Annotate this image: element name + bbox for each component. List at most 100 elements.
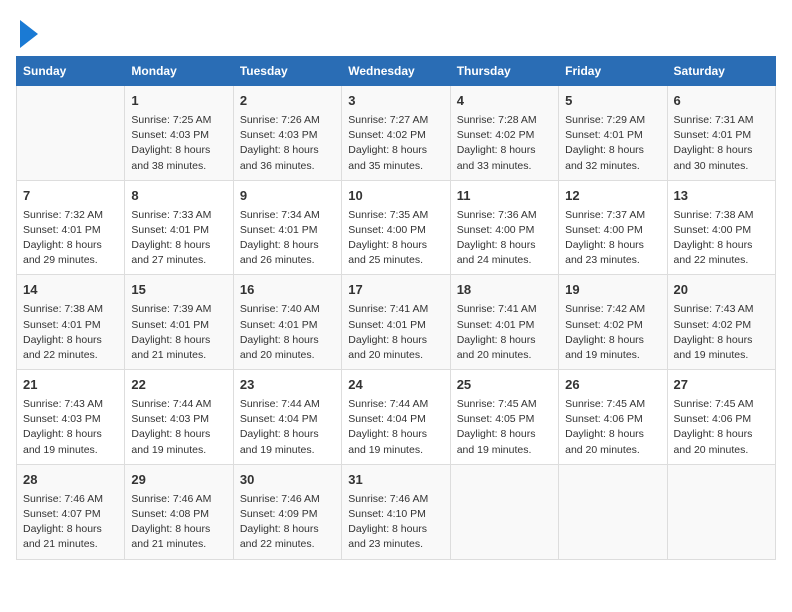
day-number: 17 <box>348 281 443 300</box>
day-number: 12 <box>565 187 660 206</box>
calendar-cell: 14 Sunrise: 7:38 AMSunset: 4:01 PMDayligh… <box>17 275 125 370</box>
day-number: 3 <box>348 92 443 111</box>
calendar-cell: 25 Sunrise: 7:45 AMSunset: 4:05 PMDayligh… <box>450 370 558 465</box>
calendar-cell: 3Sunrise: 7:27 AMSunset: 4:02 PMDaylight… <box>342 86 450 181</box>
calendar-cell: 13 Sunrise: 7:38 AMSunset: 4:00 PMDayligh… <box>667 180 775 275</box>
day-info: Sunrise: 7:45 AMSunset: 4:05 PMDaylight:… <box>457 397 552 458</box>
calendar-cell <box>667 464 775 559</box>
day-number: 27 <box>674 376 769 395</box>
day-info: Sunrise: 7:25 AMSunset: 4:03 PMDaylight:… <box>131 113 226 174</box>
day-info: Sunrise: 7:28 AMSunset: 4:02 PMDaylight:… <box>457 113 552 174</box>
calendar-cell: 21Sunrise: 7:43 AMSunset: 4:03 PMDayligh… <box>17 370 125 465</box>
day-number: 31 <box>348 471 443 490</box>
day-info: Sunrise: 7:41 AMSunset: 4:01 PMDaylight:… <box>457 302 552 363</box>
day-info: Sunrise: 7:46 AMSunset: 4:07 PMDaylight:… <box>23 492 118 553</box>
day-number: 8 <box>131 187 226 206</box>
calendar-cell: 20 Sunrise: 7:43 AMSunset: 4:02 PMDayligh… <box>667 275 775 370</box>
calendar-header-row: SundayMondayTuesdayWednesdayThursdayFrid… <box>17 57 776 86</box>
day-number: 1 <box>131 92 226 111</box>
day-info: Sunrise: 7:32 AMSunset: 4:01 PMDaylight:… <box>23 208 118 269</box>
day-info: Sunrise: 7:31 AMSunset: 4:01 PMDaylight:… <box>674 113 769 174</box>
column-header-thursday: Thursday <box>450 57 558 86</box>
column-header-tuesday: Tuesday <box>233 57 341 86</box>
day-number: 29 <box>131 471 226 490</box>
calendar-cell <box>559 464 667 559</box>
calendar-cell: 29 Sunrise: 7:46 AMSunset: 4:08 PMDayligh… <box>125 464 233 559</box>
day-number: 25 <box>457 376 552 395</box>
calendar-cell: 22Sunrise: 7:44 AMSunset: 4:03 PMDayligh… <box>125 370 233 465</box>
logo-arrow-icon <box>20 20 38 48</box>
day-info: Sunrise: 7:37 AMSunset: 4:00 PMDaylight:… <box>565 208 660 269</box>
day-info: Sunrise: 7:44 AMSunset: 4:04 PMDaylight:… <box>240 397 335 458</box>
day-info: Sunrise: 7:45 AMSunset: 4:06 PMDaylight:… <box>674 397 769 458</box>
calendar-cell: 27 Sunrise: 7:45 AMSunset: 4:06 PMDayligh… <box>667 370 775 465</box>
logo <box>16 16 38 48</box>
day-number: 11 <box>457 187 552 206</box>
day-info: Sunrise: 7:39 AMSunset: 4:01 PMDaylight:… <box>131 302 226 363</box>
day-number: 20 <box>674 281 769 300</box>
day-number: 6 <box>674 92 769 111</box>
day-info: Sunrise: 7:45 AMSunset: 4:06 PMDaylight:… <box>565 397 660 458</box>
calendar-cell: 8 Sunrise: 7:33 AMSunset: 4:01 PMDaylight… <box>125 180 233 275</box>
day-number: 18 <box>457 281 552 300</box>
day-number: 4 <box>457 92 552 111</box>
day-number: 23 <box>240 376 335 395</box>
day-info: Sunrise: 7:36 AMSunset: 4:00 PMDaylight:… <box>457 208 552 269</box>
day-info: Sunrise: 7:26 AMSunset: 4:03 PMDaylight:… <box>240 113 335 174</box>
calendar-cell: 30Sunrise: 7:46 AMSunset: 4:09 PMDayligh… <box>233 464 341 559</box>
day-number: 22 <box>131 376 226 395</box>
day-info: Sunrise: 7:41 AMSunset: 4:01 PMDaylight:… <box>348 302 443 363</box>
calendar-cell: 7 Sunrise: 7:32 AMSunset: 4:01 PMDaylight… <box>17 180 125 275</box>
day-info: Sunrise: 7:38 AMSunset: 4:01 PMDaylight:… <box>23 302 118 363</box>
calendar-cell: 24 Sunrise: 7:44 AMSunset: 4:04 PMDayligh… <box>342 370 450 465</box>
calendar-cell: 10Sunrise: 7:35 AMSunset: 4:00 PMDayligh… <box>342 180 450 275</box>
calendar-cell: 19 Sunrise: 7:42 AMSunset: 4:02 PMDayligh… <box>559 275 667 370</box>
day-number: 21 <box>23 376 118 395</box>
calendar-cell: 28 Sunrise: 7:46 AMSunset: 4:07 PMDayligh… <box>17 464 125 559</box>
calendar-week-row: 1 Sunrise: 7:25 AMSunset: 4:03 PMDaylight… <box>17 86 776 181</box>
day-number: 14 <box>23 281 118 300</box>
calendar-cell: 26 Sunrise: 7:45 AMSunset: 4:06 PMDayligh… <box>559 370 667 465</box>
calendar-cell <box>17 86 125 181</box>
calendar-cell: 5Sunrise: 7:29 AMSunset: 4:01 PMDaylight… <box>559 86 667 181</box>
page-header <box>16 16 776 48</box>
calendar-cell: 2Sunrise: 7:26 AMSunset: 4:03 PMDaylight… <box>233 86 341 181</box>
day-number: 24 <box>348 376 443 395</box>
day-number: 16 <box>240 281 335 300</box>
calendar-cell: 11 Sunrise: 7:36 AMSunset: 4:00 PMDayligh… <box>450 180 558 275</box>
calendar-cell: 18 Sunrise: 7:41 AMSunset: 4:01 PMDayligh… <box>450 275 558 370</box>
column-header-saturday: Saturday <box>667 57 775 86</box>
day-info: Sunrise: 7:29 AMSunset: 4:01 PMDaylight:… <box>565 113 660 174</box>
day-info: Sunrise: 7:38 AMSunset: 4:00 PMDaylight:… <box>674 208 769 269</box>
column-header-wednesday: Wednesday <box>342 57 450 86</box>
day-number: 19 <box>565 281 660 300</box>
day-info: Sunrise: 7:42 AMSunset: 4:02 PMDaylight:… <box>565 302 660 363</box>
calendar-cell: 9 Sunrise: 7:34 AMSunset: 4:01 PMDaylight… <box>233 180 341 275</box>
day-info: Sunrise: 7:43 AMSunset: 4:02 PMDaylight:… <box>674 302 769 363</box>
calendar-table: SundayMondayTuesdayWednesdayThursdayFrid… <box>16 56 776 560</box>
day-info: Sunrise: 7:35 AMSunset: 4:00 PMDaylight:… <box>348 208 443 269</box>
day-info: Sunrise: 7:46 AMSunset: 4:08 PMDaylight:… <box>131 492 226 553</box>
calendar-cell: 31 Sunrise: 7:46 AMSunset: 4:10 PMDayligh… <box>342 464 450 559</box>
calendar-cell: 1 Sunrise: 7:25 AMSunset: 4:03 PMDaylight… <box>125 86 233 181</box>
day-number: 7 <box>23 187 118 206</box>
calendar-cell <box>450 464 558 559</box>
day-info: Sunrise: 7:46 AMSunset: 4:09 PMDaylight:… <box>240 492 335 553</box>
calendar-cell: 4 Sunrise: 7:28 AMSunset: 4:02 PMDaylight… <box>450 86 558 181</box>
day-number: 26 <box>565 376 660 395</box>
calendar-cell: 17 Sunrise: 7:41 AMSunset: 4:01 PMDayligh… <box>342 275 450 370</box>
day-info: Sunrise: 7:34 AMSunset: 4:01 PMDaylight:… <box>240 208 335 269</box>
day-number: 28 <box>23 471 118 490</box>
day-info: Sunrise: 7:46 AMSunset: 4:10 PMDaylight:… <box>348 492 443 553</box>
day-info: Sunrise: 7:44 AMSunset: 4:04 PMDaylight:… <box>348 397 443 458</box>
calendar-cell: 6 Sunrise: 7:31 AMSunset: 4:01 PMDaylight… <box>667 86 775 181</box>
calendar-week-row: 21Sunrise: 7:43 AMSunset: 4:03 PMDayligh… <box>17 370 776 465</box>
column-header-monday: Monday <box>125 57 233 86</box>
calendar-cell: 16Sunrise: 7:40 AMSunset: 4:01 PMDayligh… <box>233 275 341 370</box>
day-number: 9 <box>240 187 335 206</box>
day-number: 13 <box>674 187 769 206</box>
calendar-cell: 12 Sunrise: 7:37 AMSunset: 4:00 PMDayligh… <box>559 180 667 275</box>
day-info: Sunrise: 7:33 AMSunset: 4:01 PMDaylight:… <box>131 208 226 269</box>
calendar-week-row: 14 Sunrise: 7:38 AMSunset: 4:01 PMDayligh… <box>17 275 776 370</box>
day-number: 15 <box>131 281 226 300</box>
